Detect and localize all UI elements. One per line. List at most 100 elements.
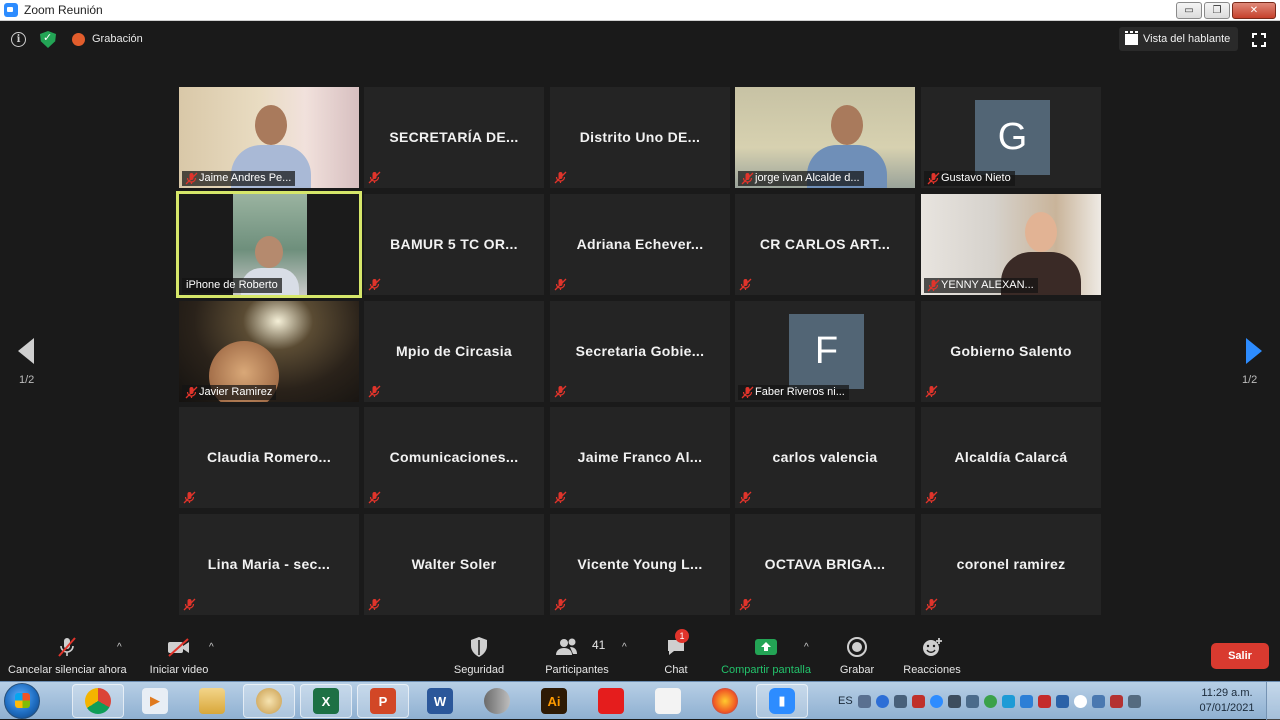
participant-tile[interactable]: Gobierno Salento [921,301,1101,402]
participant-tile[interactable]: Secretaria Gobie... [550,301,730,402]
participant-tile[interactable]: jorge ivan Alcalde d... [735,87,915,188]
participant-tile[interactable]: Jaime Franco Al... [550,407,730,508]
muted-microphone-icon [554,278,567,291]
participant-name: carlos valencia [772,449,878,465]
powerpoint-icon: P [370,688,396,714]
participant-tile[interactable]: Javier Ramirez [179,301,359,402]
language-indicator[interactable]: ES [838,695,853,707]
participant-name: Gustavo Nieto [941,172,1011,184]
participant-tile[interactable]: coronel ramirez [921,514,1101,615]
taskbar-app-button[interactable]: W [414,684,466,718]
start-button-icon[interactable] [4,683,40,719]
participant-tile[interactable]: Alcaldía Calarcá [921,407,1101,508]
windows-update-icon[interactable] [1019,694,1033,708]
taskbar-app-button[interactable]: P [357,684,409,718]
participant-tile[interactable]: G Gustavo Nieto [921,87,1101,188]
security-button[interactable]: Seguridad [452,636,506,676]
participant-name: Claudia Romero... [206,449,332,465]
muted-microphone-icon [741,172,754,185]
info-icon[interactable]: i [11,32,26,47]
taskbar-app-button[interactable] [471,684,523,718]
keyboard-icon[interactable] [857,694,871,708]
taskbar-app-button[interactable] [72,684,124,718]
start-video-button[interactable]: Iniciar video [148,636,210,676]
acrobat-tray-icon[interactable] [911,694,925,708]
participant-tile[interactable]: iPhone de Roberto [176,191,362,298]
participant-name: Comunicaciones... [389,449,519,465]
security-tray-icon[interactable] [1001,694,1015,708]
encryption-shield-icon[interactable] [40,31,56,48]
chat-button[interactable]: 1 Chat [661,629,691,676]
taskbar-app-button[interactable]: ▮ [756,684,808,718]
antivirus-icon[interactable] [1109,694,1123,708]
minimize-button[interactable]: ▭ [1176,2,1202,19]
taskbar-app-button[interactable]: ▶ [129,684,181,718]
muted-microphone-icon [368,598,381,611]
taskbar-app-button[interactable] [699,684,751,718]
share-options-caret[interactable]: ^ [804,642,809,653]
next-page-arrow-icon[interactable] [1246,338,1262,364]
close-button[interactable]: ✕ [1232,2,1276,19]
reactions-button[interactable]: Reacciones [903,636,961,676]
participants-options-caret[interactable]: ^ [622,642,627,653]
system-tray: ES [838,682,1141,720]
participant-tile[interactable]: Distrito Uno DE... [550,87,730,188]
participant-avatar: G [975,100,1050,175]
help-icon[interactable] [875,694,889,708]
taskbar-app-button[interactable] [585,684,637,718]
taskbar-app-button[interactable] [186,684,238,718]
gallery-grid: Jaime Andres Pe... SECRETARÍA DE... Distri… [176,87,1102,615]
flag-icon[interactable] [1037,694,1051,708]
taskbar-app-button[interactable] [642,684,694,718]
volume-icon[interactable] [947,694,961,708]
cloud-icon[interactable] [1073,694,1087,708]
audio-options-caret[interactable]: ^ [117,642,122,653]
chat-label: Chat [664,664,688,676]
taskbar-app-button[interactable]: Ai [528,684,580,718]
system-clock[interactable]: 11:29 a.m. 07/01/2021 [1196,686,1258,716]
participant-tile[interactable]: F Faber Riveros ni... [735,301,915,402]
participant-tile[interactable]: Claudia Romero... [179,407,359,508]
zoom-tray-icon[interactable] [929,694,943,708]
leave-meeting-button[interactable]: Salir [1211,643,1269,669]
participant-tile[interactable]: Vicente Young L... [550,514,730,615]
display-icon[interactable] [1091,694,1105,708]
speaker-view-button[interactable]: Vista del hablante [1119,27,1238,51]
muted-microphone-icon [925,491,938,504]
participant-tile[interactable]: YENNY ALEXAN... [921,194,1101,295]
meeting-top-bar: i Grabación Vista del hablante [0,22,1280,58]
previous-page-arrow-icon[interactable] [18,338,34,364]
word-icon: W [427,688,453,714]
battery-icon[interactable] [965,694,979,708]
record-button[interactable]: Grabar [839,636,875,676]
participant-tile[interactable]: Mpio de Circasia [364,301,544,402]
participant-name: iPhone de Roberto [186,279,278,291]
sync-icon[interactable] [983,694,997,708]
show-desktop-button[interactable] [1266,682,1280,720]
unmute-button[interactable]: Cancelar silenciar ahora [8,636,127,676]
power-icon[interactable] [1127,694,1141,708]
participant-tile[interactable]: SECRETARÍA DE... [364,87,544,188]
participant-tile[interactable]: CR CARLOS ART... [735,194,915,295]
participant-name: Vicente Young L... [577,556,703,572]
participant-tile[interactable]: Jaime Andres Pe... [179,87,359,188]
muted-microphone-icon [368,385,381,398]
participant-tile[interactable]: Walter Soler [364,514,544,615]
dropbox-icon[interactable] [1055,694,1069,708]
participant-tile[interactable]: Comunicaciones... [364,407,544,508]
network-icon[interactable] [893,694,907,708]
maximize-button[interactable]: ❐ [1204,2,1230,19]
fullscreen-icon[interactable] [1252,33,1266,47]
video-options-caret[interactable]: ^ [209,642,214,653]
taskbar-app-button[interactable] [243,684,295,718]
paint-icon [256,688,282,714]
participant-name: Lina Maria - sec... [207,556,331,572]
participant-tile[interactable]: carlos valencia [735,407,915,508]
participant-tile[interactable]: BAMUR 5 TC OR... [364,194,544,295]
participant-tile[interactable]: OCTAVA BRIGA... [735,514,915,615]
participant-tile[interactable]: Adriana Echever... [550,194,730,295]
participant-name: Walter Soler [411,556,497,572]
taskbar-app-button[interactable]: X [300,684,352,718]
share-screen-button[interactable]: Compartir pantalla [719,636,813,676]
participant-tile[interactable]: Lina Maria - sec... [179,514,359,615]
